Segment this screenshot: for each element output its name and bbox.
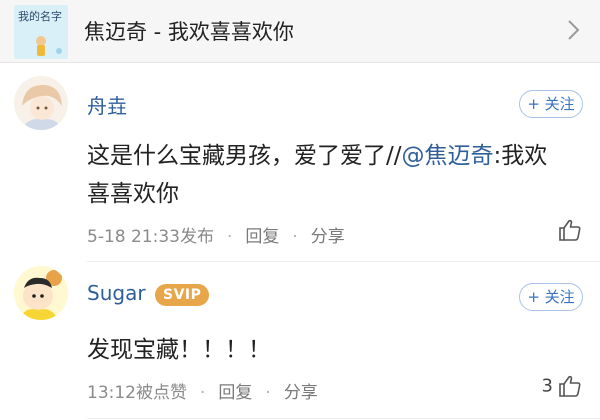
comment-item: 舟垚 + 关注 这是什么宝藏男孩，爱了爱了//@焦迈奇:我欢喜喜欢你 5-18 … xyxy=(0,62,600,262)
comment-item: Sugar SVIP + 关注 发现宝藏！！！！ 13:12被点赞 · 回复 · 分享 … xyxy=(0,262,600,420)
meta-separator: · xyxy=(292,227,298,247)
comment-text-body: 这是什么宝藏男孩，爱了爱了// xyxy=(87,143,402,169)
comment-username[interactable]: 舟垚 xyxy=(87,90,127,119)
meta-separator: · xyxy=(226,227,233,247)
song-title: 焦迈奇 - 我欢喜喜欢你 xyxy=(84,20,294,44)
thumbs-up-icon xyxy=(559,375,581,397)
like-count: 3 xyxy=(541,375,553,397)
meta-separator: · xyxy=(265,383,271,403)
divider xyxy=(87,418,600,419)
like-button[interactable]: 3 xyxy=(541,374,582,400)
follow-button[interactable]: + 关注 xyxy=(519,283,583,311)
comment-username[interactable]: Sugar xyxy=(87,281,146,305)
comment-meta: 5-18 21:33发布 · 回复 · 分享 xyxy=(87,222,345,247)
avatar[interactable] xyxy=(14,266,68,320)
meta-separator: · xyxy=(200,383,206,403)
thumbs-up-icon xyxy=(559,219,581,241)
svip-badge[interactable]: SVIP xyxy=(155,284,210,306)
like-button[interactable] xyxy=(558,218,582,244)
reply-button[interactable]: 回复 xyxy=(218,378,252,403)
share-button[interactable]: 分享 xyxy=(311,222,345,247)
comment-text: 发现宝藏！！！！ xyxy=(87,337,271,363)
song-cover-image: 我的名字 xyxy=(14,5,68,59)
avatar[interactable] xyxy=(14,76,68,130)
comment-meta: 13:12被点赞 · 回复 · 分享 xyxy=(87,378,318,403)
comment-text: 这是什么宝藏男孩，爱了爱了//@焦迈奇:我欢喜喜欢你 xyxy=(87,137,557,213)
chevron-right-icon[interactable] xyxy=(562,15,584,45)
share-button[interactable]: 分享 xyxy=(284,378,318,403)
svg-text:我的名字: 我的名字 xyxy=(18,9,62,23)
song-card[interactable]: 我的名字 焦迈奇 - 我欢喜喜欢你 xyxy=(0,0,600,63)
comment-time: 5-18 21:33发布 xyxy=(87,227,214,247)
comment-time: 13:12被点赞 xyxy=(87,383,187,403)
follow-button[interactable]: + 关注 xyxy=(519,90,583,118)
reply-button[interactable]: 回复 xyxy=(245,222,279,247)
mention-link[interactable]: @焦迈奇 xyxy=(402,143,494,169)
